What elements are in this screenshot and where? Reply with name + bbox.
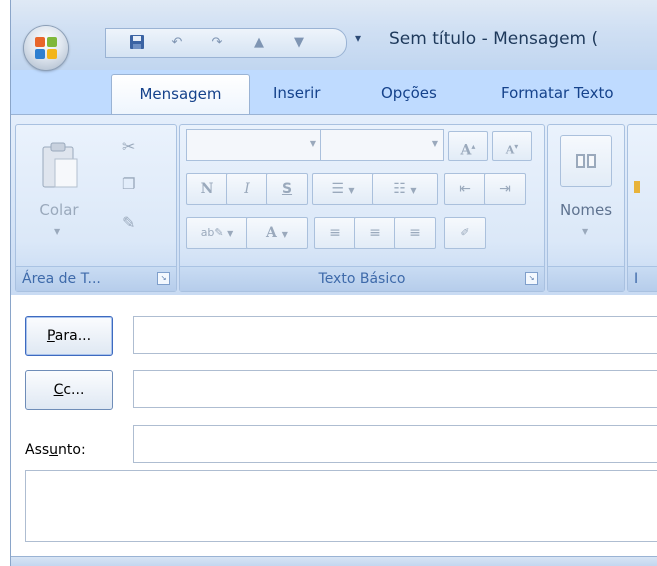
basic-text-group-title: Texto Básico xyxy=(318,271,406,287)
next-group-title: I xyxy=(634,271,639,287)
bold-icon: N xyxy=(200,181,214,197)
chevron-down-icon: ▼ xyxy=(582,227,589,236)
message-body[interactable] xyxy=(25,470,657,542)
outlook-message-window: ↶ ↷ ▲ ▼ ▾ Sem título - Mensagem ( Mensag… xyxy=(10,0,657,566)
shrink-font-button[interactable]: A▾ xyxy=(492,131,532,161)
subject-label-accesskey: u xyxy=(49,442,59,458)
italic-icon: I xyxy=(244,181,250,197)
subject-label-pre: Ass xyxy=(25,442,50,458)
bullet-list-icon: ☰ xyxy=(331,181,344,197)
cc-button-label: c... xyxy=(63,382,85,398)
clear-formatting-icon: ✐ xyxy=(460,226,470,239)
chevron-down-icon: ▼ xyxy=(227,229,234,238)
to-button-accesskey: P xyxy=(46,328,55,344)
to-button-label: ara... xyxy=(54,328,92,344)
subject-label: Assunto: xyxy=(25,442,86,458)
highlight-icon: ab xyxy=(200,226,215,239)
tab-formatar-texto[interactable]: Formatar Texto xyxy=(501,76,614,110)
undo-icon[interactable]: ↶ xyxy=(168,34,186,52)
clipboard-group-title: Área de T... xyxy=(22,271,101,287)
font-color-button[interactable]: A ▼ xyxy=(246,217,308,249)
clipboard-group-label: Área de T... ↘ xyxy=(16,266,176,291)
align-right-button[interactable]: ≡ xyxy=(394,217,436,249)
to-field[interactable] xyxy=(133,316,657,354)
cc-button[interactable]: Cc... xyxy=(25,370,113,410)
increase-indent-icon: ⇥ xyxy=(499,181,511,197)
basic-text-group-label: Texto Básico ↘ xyxy=(180,266,544,291)
decrease-indent-button[interactable]: ⇤ xyxy=(444,173,486,205)
tab-opcoes[interactable]: Opções xyxy=(381,76,437,110)
dialog-launcher-icon[interactable]: ↘ xyxy=(157,272,170,285)
chevron-down-icon: ▼ xyxy=(281,229,288,239)
chevron-down-icon: ▼ xyxy=(410,186,417,195)
previous-item-icon[interactable]: ▲ xyxy=(250,34,268,52)
numbering-button[interactable]: ☷ ▼ xyxy=(372,173,438,205)
align-right-icon: ≡ xyxy=(409,225,421,241)
save-icon[interactable] xyxy=(128,34,146,52)
numbered-list-icon: ☷ xyxy=(393,181,406,197)
cut-icon[interactable]: ✂ xyxy=(122,137,135,156)
chevron-down-icon: ▼ xyxy=(348,186,355,195)
chevron-down-icon: ▼ xyxy=(309,139,316,148)
customize-qat-icon[interactable]: ▾ xyxy=(351,31,365,51)
chevron-down-icon: ▼ xyxy=(431,139,438,148)
status-strip xyxy=(11,556,657,566)
subject-field[interactable] xyxy=(133,425,657,463)
next-group-label: I xyxy=(628,266,657,291)
paste-dropdown-icon: ▼ xyxy=(54,227,61,236)
underline-icon: S xyxy=(281,181,293,197)
next-group-partial: I xyxy=(627,124,657,292)
clear-formatting-button[interactable]: ✐ xyxy=(444,217,486,249)
decrease-indent-icon: ⇤ xyxy=(459,181,471,197)
names-group-label xyxy=(548,266,624,291)
highlight-button[interactable]: ab✎ ▼ xyxy=(186,217,248,249)
to-button[interactable]: Para... xyxy=(25,316,113,356)
increase-indent-button[interactable]: ⇥ xyxy=(484,173,526,205)
redo-icon[interactable]: ↷ xyxy=(208,34,226,52)
grow-font-button[interactable]: A▴ xyxy=(448,131,488,161)
align-center-icon: ≡ xyxy=(369,225,381,241)
align-left-button[interactable]: ≡ xyxy=(314,217,356,249)
shrink-font-icon: A xyxy=(505,143,515,157)
font-color-icon: A xyxy=(266,225,277,241)
partial-ribbon-icon xyxy=(634,181,640,193)
cc-button-accesskey: C xyxy=(53,382,64,398)
names-group: Nomes ▼ xyxy=(547,124,625,292)
paste-icon xyxy=(42,142,78,188)
subject-label-post: nto: xyxy=(58,442,86,458)
underline-button[interactable]: S xyxy=(266,173,308,205)
names-label: Nomes xyxy=(559,201,613,219)
tab-inserir[interactable]: Inserir xyxy=(273,76,320,110)
bold-button[interactable]: N xyxy=(186,173,228,205)
cc-field[interactable] xyxy=(133,370,657,408)
italic-button[interactable]: I xyxy=(226,173,268,205)
title-bar: ↶ ↷ ▲ ▼ ▾ Sem título - Mensagem ( xyxy=(11,0,657,70)
font-size-combo[interactable]: ▼ xyxy=(320,129,444,161)
paste-button[interactable]: Colar ▼ xyxy=(26,131,92,251)
align-center-button[interactable]: ≡ xyxy=(354,217,396,249)
window-title: Sem título - Mensagem ( xyxy=(389,29,599,49)
font-name-combo[interactable]: ▼ xyxy=(186,129,322,161)
next-item-icon[interactable]: ▼ xyxy=(290,34,308,52)
align-left-icon: ≡ xyxy=(329,225,341,241)
paste-label: Colar xyxy=(39,201,79,219)
format-painter-icon[interactable]: ✎ xyxy=(122,213,135,232)
quick-access-toolbar: ↶ ↷ ▲ ▼ xyxy=(105,28,347,58)
names-button[interactable]: Nomes ▼ xyxy=(552,129,620,261)
basic-text-group: ▼ ▼ A▴ A▾ N I S ☰ ▼ ☷ ▼ ⇤ ⇥ ab✎ ▼ A ▼ ≡ … xyxy=(179,124,545,292)
clipboard-group: Colar ▼ ✂ ❐ ✎ Área de T... ↘ xyxy=(15,124,177,292)
dialog-launcher-icon[interactable]: ↘ xyxy=(525,272,538,285)
office-button[interactable] xyxy=(24,26,68,70)
address-book-icon xyxy=(560,135,612,187)
bullets-button[interactable]: ☰ ▼ xyxy=(312,173,374,205)
tab-mensagem[interactable]: Mensagem xyxy=(111,74,250,115)
office-logo-icon xyxy=(35,37,57,59)
grow-font-icon: A xyxy=(460,142,472,159)
copy-icon[interactable]: ❐ xyxy=(122,175,135,193)
